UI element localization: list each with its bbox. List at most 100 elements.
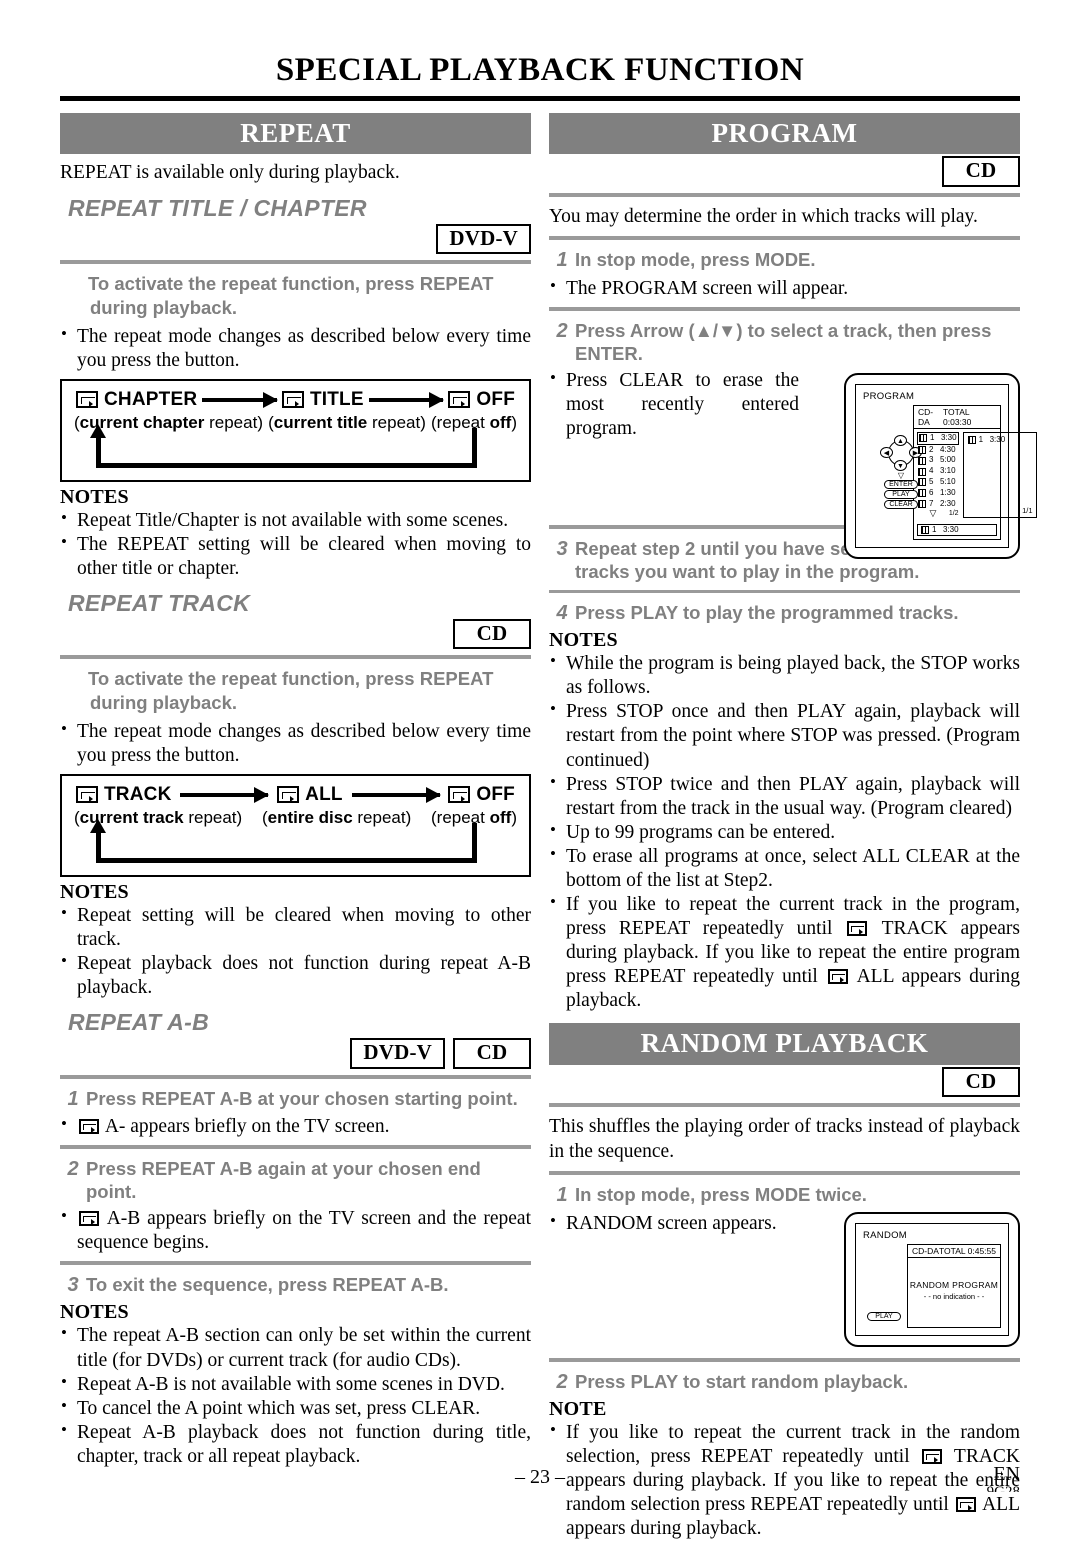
badge-row-ab: DVD-V CD	[60, 1037, 531, 1069]
program-step2-bullets: Press CLEAR to erase the most recently e…	[549, 368, 799, 441]
language-marker: EN 9G28	[987, 1464, 1020, 1492]
dvd-v-badge: DVD-V	[350, 1037, 445, 1069]
track-row[interactable]: 5 5:10	[917, 477, 959, 488]
cycle-item-title: TITLE	[281, 388, 364, 411]
step-text: Press REPEAT A-B again at your chosen en…	[86, 1157, 481, 1203]
list-item: The repeat mode changes as described bel…	[60, 719, 531, 768]
list-item: Repeat playback does not function during…	[60, 951, 531, 1000]
badge-row-title-chapter: DVD-V	[60, 223, 531, 255]
repeat-icon	[921, 1449, 942, 1465]
programmed-track-row: 1 3:30	[967, 435, 1033, 446]
ab-step2-bullets: A-B appears briefly on the TV screen and…	[60, 1206, 531, 1255]
osd-panel: CD-DA TOTAL 0:45:55 RANDOM PROGRAM - - n…	[907, 1243, 1001, 1328]
arrow-up-icon: ▲	[894, 434, 907, 446]
arrow-left-icon: ◀	[880, 446, 893, 458]
notes-heading: NOTES	[549, 629, 618, 652]
tv-frame: RANDOM PLAY CD-DA TOTAL 0:45:55 RANDOM P…	[844, 1211, 1020, 1347]
cd-badge: CD	[453, 1037, 531, 1069]
divider	[549, 192, 1020, 197]
badge-row-program: CD	[549, 156, 1020, 187]
divider	[549, 236, 1020, 241]
notes-heading: NOTES	[60, 880, 129, 903]
divider	[549, 589, 1020, 593]
random-step-2: 2 Press PLAY to start random playback.	[549, 1370, 1020, 1395]
ab-step-1: 1 Press REPEAT A-B at your chosen starti…	[60, 1087, 531, 1112]
list-item: The repeat A-B section can only be set w…	[60, 1323, 531, 1372]
random-control-hints: PLAY	[867, 1311, 901, 1322]
program-section-banner: PROGRAM	[549, 113, 1020, 155]
arrow-down-icon: ▼	[894, 459, 907, 471]
repeat-icon	[76, 391, 98, 409]
step-text: Press REPEAT A-B at your chosen starting…	[86, 1087, 518, 1109]
cycle-label: TRACK	[104, 783, 172, 805]
repeat-icon	[827, 969, 848, 985]
program-step-4: 4 Press PLAY to play the programmed trac…	[549, 601, 1020, 626]
step-text: In stop mode, press MODE.	[575, 249, 816, 271]
osd-screen-title: RANDOM	[863, 1229, 908, 1241]
cycle-label: OFF	[476, 388, 515, 410]
repeat-chapter-cycle-diagram: CHAPTER TITLE OFF (current chapter repea…	[60, 378, 531, 482]
tv-screen: PROGRAM ▲ ▼ ◀ ▶ ▽ ENTER PLAY CLEAR CD-DA…	[855, 383, 1037, 549]
repeat-icon	[281, 391, 304, 409]
dpad-icon: ▲ ▼ ◀ ▶	[879, 434, 923, 471]
list-item: Up to 99 programs can be entered.	[549, 820, 1020, 845]
disc-icon	[918, 446, 926, 455]
scroll-down-icon[interactable]: ▽	[917, 509, 949, 518]
track-row[interactable]: 6 1:30	[917, 488, 959, 499]
list-item: Repeat setting will be cleared when movi…	[60, 903, 531, 952]
cd-badge: CD	[942, 1066, 1020, 1098]
divider	[60, 655, 531, 660]
page-title: SPECIAL PLAYBACK FUNCTION	[275, 52, 805, 88]
disc-icon	[967, 436, 976, 445]
random-intro-text: This shuffles the playing order of track…	[549, 1116, 1020, 1162]
track-row[interactable]: 7 2:30	[917, 499, 959, 510]
track-row[interactable]: 4 3:10	[917, 466, 959, 477]
divider	[549, 1357, 1020, 1362]
list-item: Press STOP once and then PLAY again, pla…	[549, 699, 1020, 772]
list-item: Press STOP twice and then PLAY again, pl…	[549, 772, 1020, 821]
badge-row-track: CD	[60, 618, 531, 650]
repeat-intro-text: REPEAT is available only during playback…	[60, 162, 400, 184]
list-item: The PROGRAM screen will appear.	[549, 276, 1020, 301]
cycle-label: OFF	[476, 783, 515, 805]
cd-badge: CD	[942, 156, 1020, 187]
step-text: Press PLAY to start random playback.	[575, 1370, 909, 1392]
notes-heading: NOTES	[60, 485, 129, 508]
repeat-chapter-notes: Repeat Title/Chapter is not available wi…	[60, 508, 531, 581]
divider	[549, 1103, 1020, 1108]
step-text: In stop mode, press MODE twice.	[575, 1184, 867, 1206]
osd-status-bar: CD-DA TOTAL 0:45:55	[908, 1245, 1000, 1258]
disc-icon	[921, 525, 929, 534]
enter-key: ENTER	[884, 480, 918, 490]
step-number: 2	[556, 319, 568, 342]
track-row[interactable]: 3 5:00	[917, 455, 959, 466]
disc-icon	[919, 434, 927, 443]
cycle-item-all: ALL	[277, 784, 343, 806]
clear-key: CLEAR	[884, 500, 918, 510]
step-number: 3	[556, 537, 568, 560]
repeat-track-heading: REPEAT TRACK	[68, 589, 251, 616]
repeat-icon	[448, 391, 471, 409]
repeat-icon	[448, 786, 471, 804]
language-code: EN	[993, 1463, 1020, 1485]
disc-type-label: CD-DA	[918, 406, 934, 427]
cycle-item-off: OFF	[448, 784, 515, 806]
cycle-label: TITLE	[309, 388, 364, 410]
step-text: To exit the sequence, press REPEAT A-B.	[86, 1274, 449, 1296]
step-text: Press Arrow (▲/▼) to select a track, the…	[575, 319, 992, 365]
divider	[549, 306, 1020, 311]
program-osd-illustration: PROGRAM ▲ ▼ ◀ ▶ ▽ ENTER PLAY CLEAR CD-DA…	[844, 372, 1037, 560]
repeat-activate-instruction: To activate the repeat function, press R…	[88, 273, 494, 319]
list-item: If you like to repeat the current track …	[549, 892, 1020, 1013]
title-divider	[60, 96, 1020, 101]
track-row[interactable]: 2 4:30	[917, 445, 959, 456]
osd-program-pane: 1 3:30 1/1	[962, 431, 1037, 518]
divider	[60, 1261, 531, 1266]
ab-notes: The repeat A-B section can only be set w…	[60, 1323, 531, 1468]
manual-page: SPECIAL PLAYBACK FUNCTION REPEAT REPEAT …	[0, 0, 1080, 1539]
total-time-label: TOTAL 0:45:55	[938, 1245, 996, 1256]
divider	[60, 1074, 531, 1079]
disc-type-label: CD-DA	[912, 1245, 939, 1256]
random-osd-illustration: RANDOM PLAY CD-DA TOTAL 0:45:55 RANDOM P…	[844, 1211, 1020, 1347]
program-step2-body: PROGRAM ▲ ▼ ◀ ▶ ▽ ENTER PLAY CLEAR CD-DA…	[549, 368, 1037, 560]
